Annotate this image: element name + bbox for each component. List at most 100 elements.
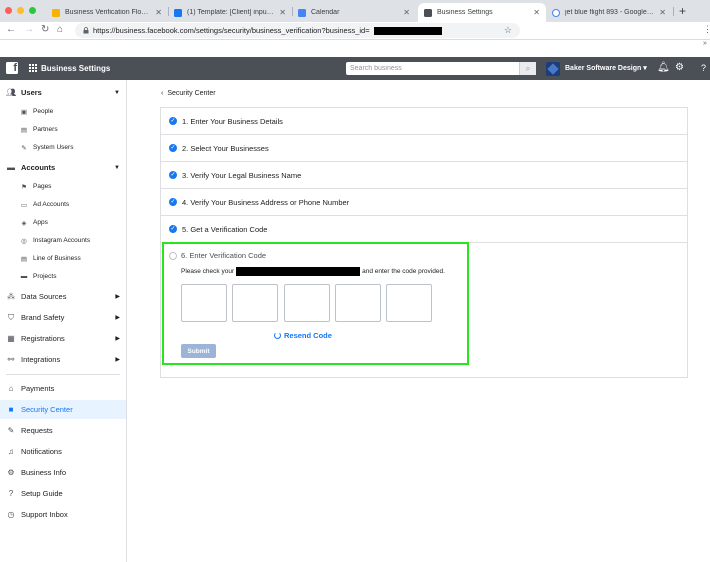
- forward-arrow-icon[interactable]: →: [24, 24, 34, 35]
- sidebar-item-people[interactable]: ▣ People: [0, 103, 126, 120]
- sidebar-item-system-users[interactable]: ✎ System Users: [0, 139, 126, 156]
- sidebar-item-accounts[interactable]: ▬ Accounts ▼: [0, 159, 126, 176]
- sidebar-item-brand-safety[interactable]: ⛉ Brand Safety ▶: [0, 309, 126, 326]
- requests-icon: ✎: [7, 426, 15, 435]
- sidebar-item-line-of-business[interactable]: ▤ Line of Business: [0, 250, 126, 267]
- step-6-radio[interactable]: [169, 252, 177, 260]
- close-tab-icon[interactable]: ✕: [279, 8, 286, 17]
- business-switcher[interactable]: Baker Software Design ▾: [565, 64, 647, 72]
- sidebar-item-registrations[interactable]: ▦ Registrations ▶: [0, 330, 126, 347]
- close-tab-icon[interactable]: ✕: [403, 8, 410, 17]
- submit-button[interactable]: Submit: [181, 344, 216, 358]
- code-input-2[interactable]: [232, 284, 278, 322]
- business-settings-favicon-icon: [424, 8, 432, 17]
- sidebar-item-payments[interactable]: ⌂ Payments: [0, 380, 126, 397]
- bell-icon: ♫: [8, 447, 14, 456]
- close-tab-icon[interactable]: ✕: [155, 8, 162, 17]
- data-sources-icon: ⁂: [7, 292, 15, 301]
- browser-tab[interactable]: (1) Template: [Client] input to L ✕: [168, 3, 292, 22]
- google-favicon-icon: [552, 8, 560, 17]
- search-icon[interactable]: ⌕: [519, 62, 536, 75]
- notifications-bell-icon[interactable]: 🔔︎: [657, 62, 670, 73]
- browser-toolbar: ← → ↻ ⌂ https://business.facebook.com/se…: [0, 22, 710, 40]
- integrations-icon: ⚯: [7, 355, 15, 364]
- step-5[interactable]: ✓ 5. Get a Verification Code: [161, 216, 687, 243]
- code-input-5[interactable]: [386, 284, 432, 322]
- address-bar[interactable]: https://business.facebook.com/settings/s…: [75, 23, 520, 38]
- sidebar-item-security-center[interactable]: ■ Security Center: [0, 400, 126, 419]
- step-3[interactable]: ✓ 3. Verify Your Legal Business Name: [161, 162, 687, 189]
- sidebar-item-partners[interactable]: ▤ Partners: [0, 121, 126, 138]
- check-circle-icon: ✓: [169, 225, 177, 233]
- browser-tab[interactable]: Business Verification Flow - Go ✕: [46, 3, 168, 22]
- close-window-button[interactable]: [5, 7, 12, 14]
- calendar-favicon-icon: [298, 8, 306, 17]
- flag-icon: ⚑: [21, 183, 27, 191]
- code-input-3[interactable]: [284, 284, 330, 322]
- minimize-window-button[interactable]: [17, 7, 24, 14]
- url-text: https://business.facebook.com/settings/s…: [93, 26, 370, 35]
- instagram-icon: ◎: [21, 237, 27, 245]
- facebook-logo-icon[interactable]: f: [6, 62, 18, 74]
- tab-title: Calendar: [311, 9, 340, 16]
- caret-right-icon: ▶: [115, 315, 120, 321]
- line-of-business-icon: ▤: [20, 255, 28, 263]
- briefcase-icon: ▤: [20, 126, 28, 134]
- maximize-window-button[interactable]: [29, 7, 36, 14]
- step-4[interactable]: ✓ 4. Verify Your Business Address or Pho…: [161, 189, 687, 216]
- step-1[interactable]: ✓ 1. Enter Your Business Details: [161, 108, 687, 135]
- folder-icon: ▬: [20, 273, 28, 280]
- topbar-title: Business Settings: [41, 64, 111, 73]
- help-icon[interactable]: ?: [701, 63, 706, 73]
- search-input[interactable]: [346, 65, 519, 72]
- grid-menu-icon[interactable]: [29, 64, 37, 72]
- sidebar-item-business-info[interactable]: ⚙ Business Info: [0, 464, 126, 481]
- reload-icon[interactable]: ↻: [41, 24, 49, 35]
- users-icon: 👥︎: [6, 88, 17, 97]
- breadcrumb[interactable]: ‹ Security Center: [161, 90, 216, 97]
- back-arrow-icon[interactable]: ←: [6, 24, 16, 35]
- close-tab-icon[interactable]: ✕: [533, 8, 540, 17]
- resend-code-link[interactable]: Resend Code: [274, 331, 332, 340]
- facebook-favicon-icon: [174, 8, 182, 17]
- lock-icon: ■: [8, 405, 14, 414]
- sidebar-item-ad-accounts[interactable]: ▭ Ad Accounts: [0, 196, 126, 213]
- sidebar-item-instagram-accounts[interactable]: ◎ Instagram Accounts: [0, 232, 126, 249]
- gear-icon: ⚙: [7, 468, 15, 477]
- sidebar-item-data-sources[interactable]: ⁂ Data Sources ▶: [0, 288, 126, 305]
- bookmarks-overflow-icon[interactable]: »: [703, 40, 707, 47]
- browser-tab-strip: Business Verification Flow - Go ✕ (1) Te…: [0, 0, 710, 22]
- step-label: 1. Enter Your Business Details: [182, 116, 283, 126]
- code-input-1[interactable]: [181, 284, 227, 322]
- support-icon: ◷: [7, 510, 15, 519]
- code-input-4[interactable]: [335, 284, 381, 322]
- check-circle-icon: ✓: [169, 198, 177, 206]
- sidebar-item-users[interactable]: 👥︎ Users ▼: [0, 84, 126, 101]
- caret-right-icon: ▶: [115, 336, 120, 342]
- browser-tab[interactable]: jet blue flight 893 - Google Se ✕: [546, 3, 672, 22]
- tab-title: Business Verification Flow - Go: [65, 9, 150, 16]
- sidebar-item-pages[interactable]: ⚑ Pages: [0, 178, 126, 195]
- business-avatar[interactable]: [546, 62, 560, 76]
- settings-gear-icon[interactable]: ⚙: [675, 62, 684, 73]
- sidebar-item-support-inbox[interactable]: ◷ Support Inbox: [0, 506, 126, 523]
- home-icon[interactable]: ⌂: [57, 24, 63, 35]
- step-6-description: Please check your and enter the code pro…: [181, 267, 445, 276]
- sidebar-item-apps[interactable]: ◈ Apps: [0, 214, 126, 231]
- browser-tab-active[interactable]: Business Settings ✕: [418, 3, 546, 22]
- sidebar-item-requests[interactable]: ✎ Requests: [0, 422, 126, 439]
- step-2[interactable]: ✓ 2. Select Your Businesses: [161, 135, 687, 162]
- sidebar-item-projects[interactable]: ▬ Projects: [0, 268, 126, 285]
- sidebar-item-integrations[interactable]: ⚯ Integrations ▶: [0, 351, 126, 368]
- wrench-icon: ✎: [21, 144, 27, 152]
- apps-cube-icon: ◈: [21, 219, 27, 227]
- ad-account-icon: ▭: [20, 201, 28, 209]
- bookmark-star-icon[interactable]: ☆: [504, 25, 512, 36]
- new-tab-button[interactable]: +: [679, 4, 686, 18]
- close-tab-icon[interactable]: ✕: [659, 8, 666, 17]
- browser-menu-icon[interactable]: ⋮: [703, 24, 710, 35]
- help-circle-icon: ?: [8, 489, 14, 498]
- sidebar-item-setup-guide[interactable]: ? Setup Guide: [0, 485, 126, 502]
- browser-tab[interactable]: Calendar ✕: [292, 3, 416, 22]
- sidebar-item-notifications[interactable]: ♫ Notifications: [0, 443, 126, 460]
